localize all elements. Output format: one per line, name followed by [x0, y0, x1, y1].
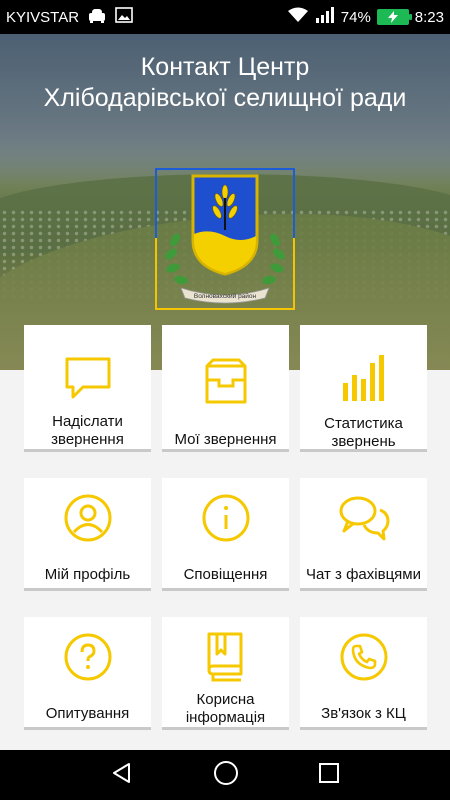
tile-send-request[interactable]: Надіслати звернення	[24, 325, 151, 452]
phone-icon	[339, 629, 389, 685]
system-navigation-bar	[0, 750, 450, 800]
tile-label: Мої звернення	[174, 431, 277, 448]
info-icon	[201, 490, 251, 546]
image-notification-icon	[115, 7, 133, 27]
tile-label: Статистика звернень	[324, 415, 403, 450]
emblem-ribbon-text: Волноваxский район	[194, 292, 257, 300]
recents-icon[interactable]	[318, 762, 340, 789]
title-line-2: Хлібодарівської селищної ради	[43, 84, 407, 112]
tile-label: Надіслати звернення	[51, 413, 124, 448]
chat-bubble-icon	[63, 355, 113, 401]
chat-bubbles-icon	[338, 490, 390, 546]
tile-contact-center[interactable]: Зв'язок з КЦ	[300, 617, 427, 730]
tile-useful-info[interactable]: Корисна інформація	[162, 617, 289, 730]
tile-label: Корисна інформація	[185, 691, 266, 726]
battery-percent: 74%	[340, 8, 371, 26]
battery-charging-icon	[376, 9, 412, 25]
tile-label: Чат з фахівцями	[306, 566, 421, 583]
book-icon	[203, 629, 249, 683]
tile-statistics[interactable]: Статистика звернень	[300, 325, 427, 452]
user-profile-icon	[63, 490, 113, 546]
page-title: Контакт Центр Хлібодарівської селищної р…	[0, 52, 450, 114]
tile-label: Зв'язок з КЦ	[321, 705, 406, 722]
tile-chat-specialists[interactable]: Чат з фахівцями	[300, 478, 427, 591]
tile-label: Опитування	[45, 705, 130, 722]
tile-my-requests[interactable]: Мої звернення	[162, 325, 289, 452]
signal-icon	[315, 7, 335, 27]
coat-of-arms-emblem: Волноваxский район	[157, 170, 293, 306]
carrier-name: KYIVSTAR	[6, 8, 80, 26]
tile-label: Мій профіль	[44, 566, 131, 583]
question-icon	[63, 629, 113, 685]
clock: 8:23	[414, 8, 444, 26]
android-debug-icon	[87, 7, 107, 27]
bar-chart-icon	[341, 353, 387, 403]
inbox-tray-icon	[201, 353, 251, 409]
tile-surveys[interactable]: Опитування	[24, 617, 151, 730]
status-bar: KYIVSTAR 74% 8:23	[0, 0, 450, 34]
wifi-icon	[287, 7, 309, 27]
home-icon[interactable]	[213, 760, 239, 791]
tile-notifications[interactable]: Сповіщення	[162, 478, 289, 591]
back-icon[interactable]	[110, 761, 134, 790]
tile-my-profile[interactable]: Мій профіль	[24, 478, 151, 591]
title-line-1: Контакт Центр	[140, 53, 310, 81]
tile-label: Сповіщення	[183, 566, 268, 583]
